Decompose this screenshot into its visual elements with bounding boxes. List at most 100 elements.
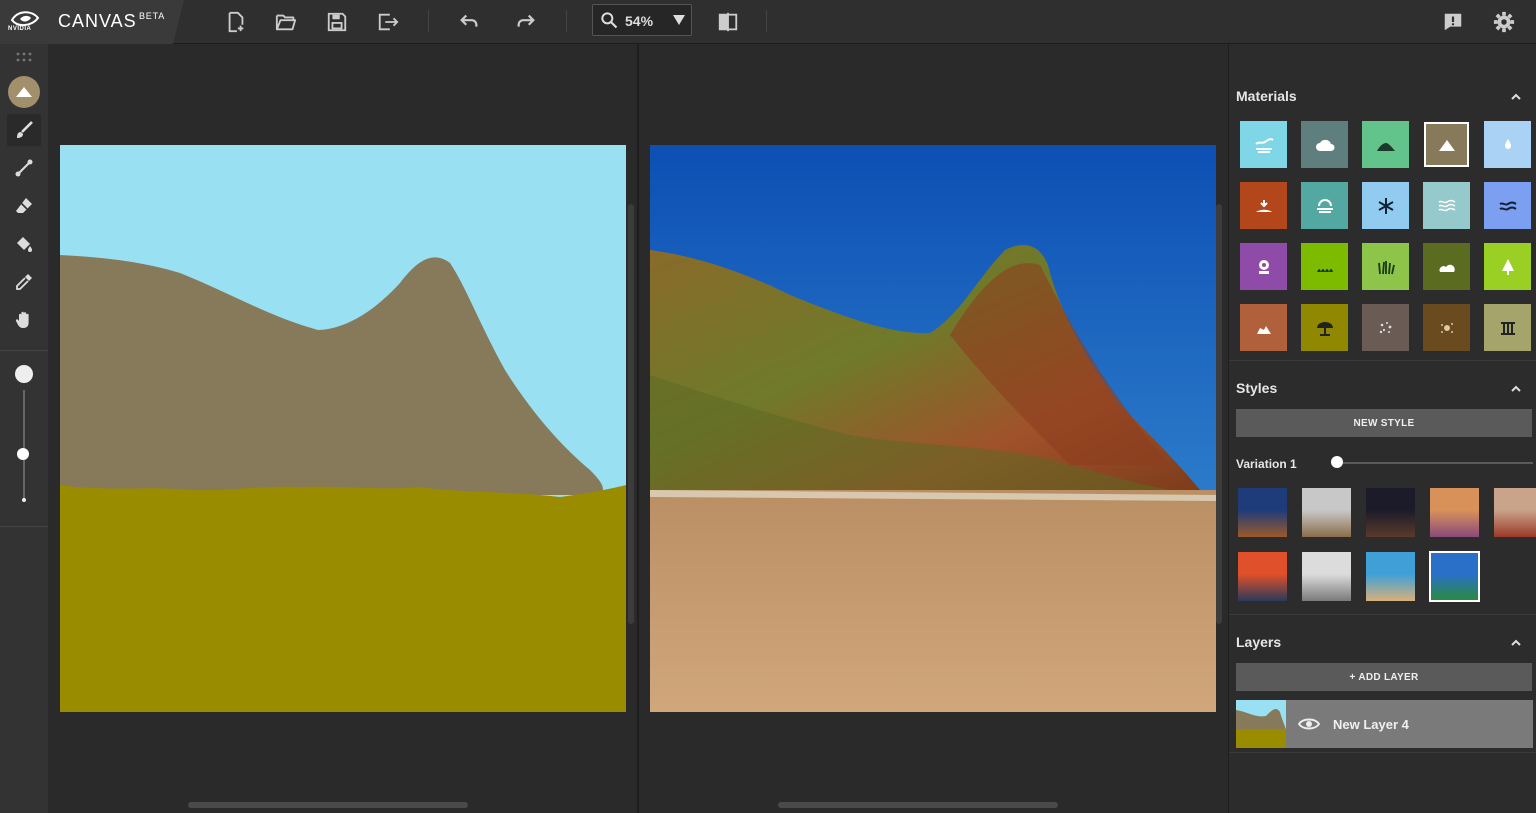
undo-icon <box>460 14 478 27</box>
save-button[interactable] <box>321 6 353 38</box>
line-tool[interactable] <box>7 152 41 184</box>
material-tree[interactable] <box>1484 243 1531 290</box>
material-grass[interactable] <box>1301 243 1348 290</box>
collapse-materials-icon[interactable] <box>1510 91 1522 103</box>
style-thumb-cloudy-sky[interactable] <box>1302 488 1351 537</box>
style-thumb-red-canyon[interactable] <box>1494 488 1536 537</box>
visibility-eye-icon[interactable] <box>1298 714 1320 734</box>
style-thumb-sunset-clouds[interactable] <box>1430 488 1479 537</box>
toolbar-separator <box>566 10 567 32</box>
material-tool[interactable] <box>7 76 41 108</box>
layer-name: New Layer 4 <box>1333 717 1409 732</box>
material-ruins[interactable] <box>1484 304 1531 351</box>
left-horizontal-scrollbar[interactable] <box>188 802 468 808</box>
new-file-icon <box>228 11 244 33</box>
style-thumb-snow-peaks[interactable] <box>1302 552 1351 601</box>
chevron-down-icon[interactable] <box>673 15 685 25</box>
fill-tool[interactable] <box>7 228 41 260</box>
right-vertical-scrollbar[interactable] <box>1216 204 1222 624</box>
snowflake-icon <box>1378 197 1393 214</box>
settings-button[interactable] <box>1488 6 1520 38</box>
feedback-button[interactable] <box>1437 6 1469 38</box>
collapse-layers-icon[interactable] <box>1510 637 1522 649</box>
material-tall-grass[interactable] <box>1362 243 1409 290</box>
brush-size-small-icon <box>22 498 26 502</box>
right-horizontal-scrollbar[interactable] <box>778 802 1058 808</box>
new-file-button[interactable] <box>220 6 252 38</box>
eyedropper-tool[interactable] <box>7 266 41 298</box>
line-icon <box>15 159 33 177</box>
vendor-name: NVIDIA <box>8 26 32 32</box>
search-icon <box>601 12 618 29</box>
material-bush[interactable] <box>1423 243 1470 290</box>
new-style-button[interactable]: NEW STYLE <box>1236 409 1532 437</box>
ripples-icon <box>1438 199 1455 211</box>
style-thumb-lake-valley[interactable] <box>1366 552 1415 601</box>
material-lake[interactable] <box>1484 182 1531 229</box>
sand-icon <box>1255 199 1272 212</box>
brand-area: NVIDIA CANVAS BETA <box>0 0 184 44</box>
brush-tool[interactable] <box>7 114 41 146</box>
compare-toggle-button[interactable] <box>712 6 744 38</box>
rocks-icon <box>1256 325 1271 334</box>
brush-size-slider[interactable] <box>23 390 25 500</box>
split-view-icon <box>718 12 738 32</box>
material-rock[interactable] <box>1423 304 1470 351</box>
waves-icon <box>1254 137 1274 153</box>
material-flower[interactable] <box>1240 243 1287 290</box>
style-thumb-starry-arch[interactable] <box>1366 488 1415 537</box>
variation-slider-knob[interactable] <box>1331 456 1343 468</box>
material-beach[interactable] <box>1301 304 1348 351</box>
pillar-icon <box>1500 321 1515 335</box>
material-dirt[interactable] <box>1240 304 1287 351</box>
materials-title: Materials <box>1236 88 1297 104</box>
brush-size-large-icon <box>15 365 33 383</box>
material-sand[interactable] <box>1240 182 1287 229</box>
material-hill[interactable] <box>1362 121 1409 168</box>
grass-icon <box>1316 268 1333 272</box>
canvas-divider <box>637 44 639 813</box>
mountain-icon <box>1438 139 1455 151</box>
rock-icon <box>1440 322 1453 333</box>
brush-size-knob[interactable] <box>17 448 29 460</box>
export-button[interactable] <box>372 6 404 38</box>
eraser-tool[interactable] <box>7 190 41 222</box>
hill-icon <box>1376 142 1395 151</box>
variation-slider[interactable] <box>1337 462 1533 464</box>
styles-title: Styles <box>1236 380 1278 396</box>
export-icon <box>378 13 399 31</box>
grip-handle-icon[interactable] <box>15 50 33 62</box>
material-snow[interactable] <box>1362 182 1409 229</box>
hand-icon <box>15 311 29 328</box>
style-thumb-mountain-lake[interactable] <box>1429 551 1480 602</box>
generated-landscape <box>650 145 1216 712</box>
zoom-control[interactable]: 54% <box>592 4 692 36</box>
gravel-icon <box>1379 321 1391 333</box>
toolbar-separator <box>766 10 767 32</box>
layer-thumbnail <box>1236 700 1286 748</box>
redo-button[interactable] <box>510 6 542 38</box>
toolbar-separator <box>428 10 429 32</box>
material-gravel[interactable] <box>1362 304 1409 351</box>
layer-row[interactable]: New Layer 4 <box>1236 700 1533 748</box>
material-sea[interactable] <box>1240 121 1287 168</box>
pan-tool[interactable] <box>7 304 41 336</box>
mountain-icon <box>16 87 32 97</box>
material-fog[interactable] <box>1301 182 1348 229</box>
open-button[interactable] <box>270 6 302 38</box>
left-vertical-scrollbar[interactable] <box>628 204 634 624</box>
material-water[interactable] <box>1484 121 1531 168</box>
wave-lines-icon <box>1498 201 1517 211</box>
collapse-styles-icon[interactable] <box>1510 383 1522 395</box>
add-layer-button[interactable]: + ADD LAYER <box>1236 663 1532 691</box>
segmentation-map[interactable] <box>60 145 626 712</box>
paint-canvas[interactable] <box>60 145 626 712</box>
material-mountain[interactable] <box>1423 121 1470 168</box>
undo-button[interactable] <box>453 6 485 38</box>
left-toolbar <box>0 44 48 813</box>
style-thumb-desert-night[interactable] <box>1238 488 1287 537</box>
material-cloud[interactable] <box>1301 121 1348 168</box>
material-river[interactable] <box>1423 182 1470 229</box>
style-thumb-ocean-sunset[interactable] <box>1238 552 1287 601</box>
brush-icon <box>17 121 33 138</box>
